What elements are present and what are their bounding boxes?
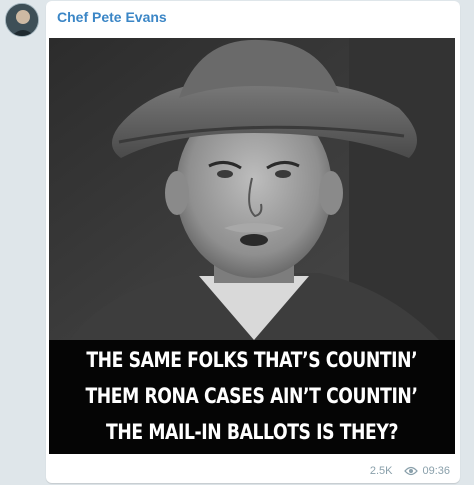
author-name[interactable]: Chef Pete Evans	[57, 9, 167, 25]
view-count: 2.5K	[369, 465, 393, 477]
caption-line-2: THEM RONA CASES AIN’T COUNTIN’	[85, 384, 419, 408]
caption-line-1: THE SAME FOLKS THAT’S COUNTIN’	[86, 348, 418, 372]
photo-portrait	[49, 38, 455, 340]
eye-icon	[404, 466, 419, 476]
message-meta: 2.5K 09:36	[370, 465, 450, 477]
meme-caption: THE SAME FOLKS THAT’S COUNTIN’ THEM RONA…	[49, 340, 455, 454]
message-bubble: Chef Pete Evans THE SAME FOLKS THAT’S CO…	[46, 1, 460, 483]
author-avatar[interactable]	[5, 3, 39, 37]
meme-image[interactable]: THE SAME FOLKS THAT’S COUNTIN’ THEM RONA…	[49, 38, 455, 454]
message-time: 09:36	[422, 465, 450, 477]
avatar-portrait	[6, 4, 38, 36]
caption-line-3: THE MAIL-IN BALLOTS IS THEY?	[106, 420, 398, 444]
